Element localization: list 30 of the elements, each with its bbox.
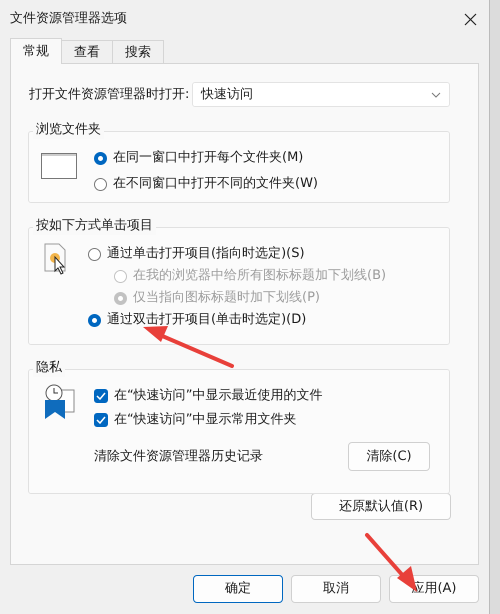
radio-label[interactable]: 通过单击打开项目(指向时选定)(S) <box>107 244 305 264</box>
checkbox-label[interactable]: 在“快速访问”中显示常用文件夹 <box>114 410 296 430</box>
chevron-icon <box>431 92 441 98</box>
radio-label: 在我的浏览器中给所有图标标题加下划线(B) <box>133 267 386 286</box>
radio-button[interactable] <box>94 178 107 190</box>
dropdown-value: 快速访问 <box>201 86 253 104</box>
window-icon <box>41 153 77 179</box>
tab[interactable]: 搜索 <box>112 40 164 63</box>
checkbox-label[interactable]: 在“快速访问”中显示最近使用的文件 <box>114 386 322 406</box>
privacy-icon <box>42 384 76 420</box>
pointer-click-icon <box>44 243 68 275</box>
radio-label[interactable]: 在不同窗口中打开不同的文件夹(W) <box>113 174 318 194</box>
checkbox[interactable] <box>94 413 108 427</box>
radio-label[interactable]: 在同一窗口中打开每个文件夹(M) <box>113 148 304 168</box>
radio-button[interactable] <box>94 152 107 164</box>
restore-defaults-button[interactable]: 还原默认值(R) <box>311 493 451 520</box>
radio-button[interactable] <box>88 248 101 260</box>
dialog-button[interactable]: 取消 <box>291 575 381 603</box>
checkbox[interactable] <box>94 389 108 403</box>
clear-button[interactable]: 清除(C) <box>348 442 430 471</box>
radio-label[interactable]: 通过双击打开项目(单击时选定)(D) <box>107 310 306 330</box>
field-label: 打开文件资源管理器时打开: <box>29 86 190 104</box>
radio-button[interactable] <box>88 314 101 326</box>
tab[interactable]: 常规 <box>10 38 62 64</box>
close-icon[interactable] <box>464 12 477 26</box>
clear-history-label: 清除文件资源管理器历史记录 <box>94 448 263 466</box>
dialog-button[interactable]: 确定 <box>193 575 283 603</box>
radio-label: 仅当指向图标标题时加下划线(P) <box>133 289 320 308</box>
window-title: 文件资源管理器选项 <box>10 10 127 28</box>
dropdown-field[interactable]: 快速访问 <box>192 82 450 107</box>
